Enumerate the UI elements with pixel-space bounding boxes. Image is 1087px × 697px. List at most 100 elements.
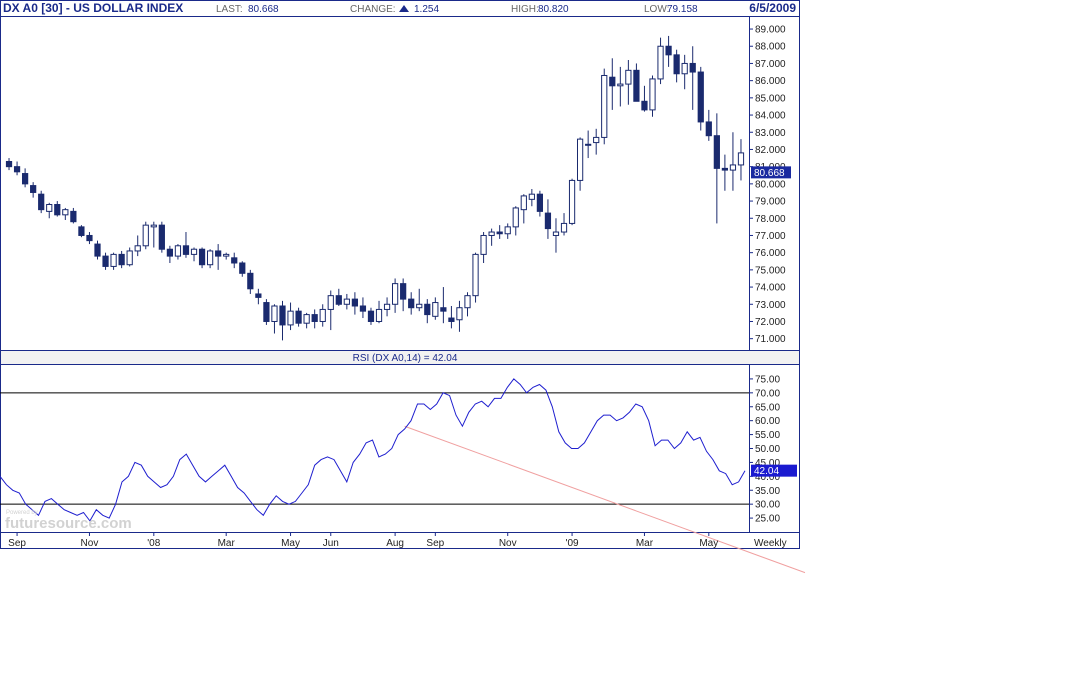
price-tick-label: 84.000	[755, 111, 786, 122]
candle-body	[150, 224, 157, 228]
candle-body	[239, 262, 246, 274]
candle	[142, 221, 149, 250]
x-tick-label: Nov	[81, 538, 99, 549]
rsi-last-tag: 42.04	[751, 464, 797, 477]
candle	[568, 178, 576, 226]
price-tick-label: 73.000	[755, 300, 786, 311]
price-tick-label: 75.000	[755, 265, 786, 276]
candle	[263, 299, 270, 325]
candle-body	[110, 253, 117, 267]
candle-body	[432, 302, 439, 317]
candle-body	[126, 250, 133, 266]
price-tick-label: 72.000	[755, 317, 786, 328]
candle-body	[223, 253, 230, 257]
candle-body	[721, 167, 729, 171]
candle-body	[528, 193, 535, 200]
last-price-tag: 80.668	[751, 166, 791, 179]
candle	[78, 225, 85, 238]
candle-body	[585, 143, 592, 146]
candle-body	[641, 100, 648, 111]
rsi-tick-label: 55.00	[755, 430, 780, 441]
candle-body	[158, 224, 165, 250]
candle-body	[456, 307, 463, 321]
candle-body	[263, 302, 270, 322]
x-tick-label: May	[281, 538, 300, 549]
candle-body	[544, 212, 552, 230]
candle-body	[271, 305, 278, 322]
candle	[472, 252, 479, 303]
candle-body	[504, 226, 511, 235]
candle-body	[552, 231, 560, 236]
candle-body	[391, 283, 399, 305]
price-tick-label: 71.000	[755, 334, 786, 345]
price-tick-label: 87.000	[755, 59, 786, 70]
rsi-tick-label: 50.00	[755, 444, 780, 455]
candle-body	[303, 314, 310, 324]
candle-body	[21, 173, 29, 185]
candle-body	[609, 76, 616, 87]
candle-body	[86, 234, 93, 242]
rsi-last-tag-label: 42.04	[754, 466, 779, 477]
candle-body	[729, 164, 737, 171]
candle-body	[182, 245, 190, 255]
price-tick-label: 88.000	[755, 42, 786, 53]
candle-body	[689, 62, 696, 73]
candle-body	[633, 69, 640, 102]
last-label: LAST:	[216, 4, 243, 15]
candle-body	[400, 283, 407, 300]
candle-body	[408, 298, 415, 309]
candle-body	[166, 248, 174, 257]
candle-body	[480, 234, 487, 255]
candle-body	[375, 308, 383, 322]
chart-frame	[0, 0, 800, 549]
candle-body	[78, 226, 85, 236]
price-tick-label: 85.000	[755, 93, 786, 104]
candle-body	[576, 138, 584, 181]
candle-body	[343, 298, 350, 305]
candle-body	[38, 193, 45, 211]
candle-body	[70, 210, 77, 223]
low-value: 79.158	[667, 4, 698, 15]
candle-body	[5, 160, 13, 168]
candle-body	[287, 310, 294, 326]
candle-body	[657, 45, 664, 80]
price-tick-label: 78.000	[755, 214, 786, 225]
rsi-tick-label: 60.00	[755, 416, 780, 427]
last-value: 80.668	[248, 4, 279, 15]
candle-body	[327, 295, 334, 310]
candle-body	[496, 231, 503, 235]
price-tick-label: 74.000	[755, 283, 786, 294]
candle-body	[625, 69, 632, 85]
candle-body	[536, 193, 544, 212]
price-tick-label: 77.000	[755, 231, 786, 242]
candle-body	[279, 305, 286, 326]
chart-canvas: DX A0 [30] - US DOLLAR INDEX LAST: 80.66…	[0, 0, 806, 574]
rsi-tick-label: 35.00	[755, 486, 780, 497]
x-tick-label: '09	[566, 538, 579, 549]
chart-date: 6/5/2009	[749, 1, 796, 15]
rsi-tick-label: 75.00	[755, 374, 780, 385]
candle-body	[617, 83, 624, 87]
high-value: 80.820	[538, 4, 569, 15]
high-label: HIGH:	[511, 4, 539, 15]
watermark: futuresource.com	[5, 515, 132, 532]
candle	[697, 66, 704, 131]
candle	[601, 68, 608, 145]
price-tick-label: 80.000	[755, 179, 786, 190]
change-label: CHANGE:	[350, 4, 396, 15]
candle-body	[367, 310, 375, 322]
candle-body	[464, 295, 471, 309]
x-tick-label: Sep	[426, 538, 444, 549]
instrument-title: DX A0 [30] - US DOLLAR INDEX	[3, 1, 183, 15]
candle-body	[416, 303, 423, 309]
price-tick-label: 82.000	[755, 145, 786, 156]
candle-body	[13, 166, 21, 173]
candle-body	[118, 253, 125, 266]
candle-body	[665, 45, 672, 56]
candle-body	[424, 303, 431, 316]
candle-body	[190, 248, 198, 255]
candle-body	[351, 298, 359, 307]
candle-body	[102, 255, 109, 267]
low-label: LOW:	[644, 4, 669, 15]
x-tick-label: Sep	[8, 538, 26, 549]
